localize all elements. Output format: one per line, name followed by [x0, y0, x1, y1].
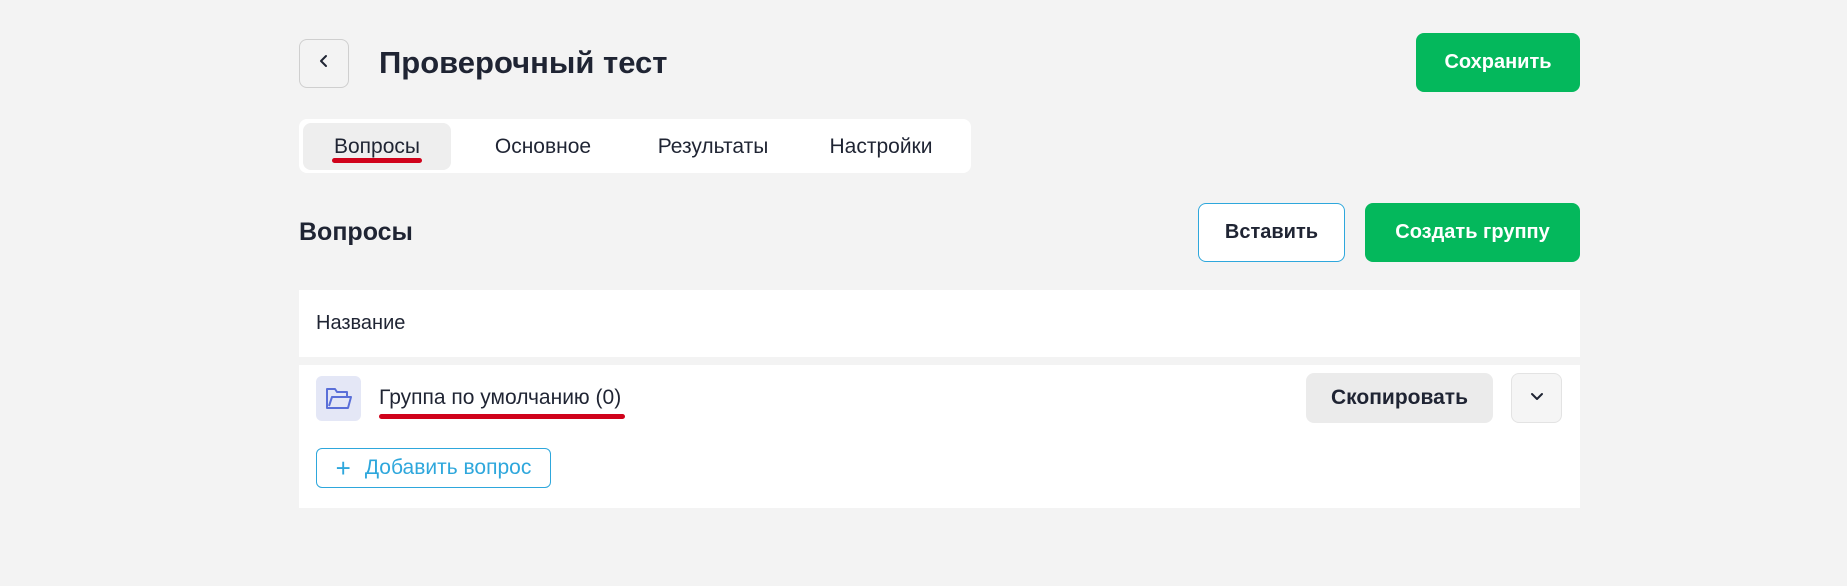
- create-group-button[interactable]: Создать группу: [1365, 203, 1580, 262]
- group-title[interactable]: Группа по умолчанию (0): [379, 381, 621, 415]
- plus-icon: +: [335, 453, 351, 483]
- add-question-button[interactable]: + Добавить вопрос: [316, 448, 551, 488]
- tab-main[interactable]: Основное: [467, 123, 619, 170]
- chevron-down-icon: [1530, 389, 1544, 407]
- column-header-name: Название: [316, 312, 406, 334]
- tab-results[interactable]: Результаты: [633, 123, 793, 170]
- group-title-underline-annotation: [379, 414, 625, 419]
- folder-open-icon: [316, 376, 361, 421]
- page-title: Проверочный тест: [379, 45, 668, 80]
- add-question-label: Добавить вопрос: [364, 456, 532, 479]
- copy-button[interactable]: Скопировать: [1306, 373, 1493, 423]
- active-tab-underline-annotation: [332, 158, 422, 163]
- expand-group-button[interactable]: [1511, 373, 1562, 423]
- back-button[interactable]: [299, 39, 349, 88]
- paste-button[interactable]: Вставить: [1198, 203, 1345, 262]
- tab-settings[interactable]: Настройки: [805, 123, 957, 170]
- section-title: Вопросы: [299, 218, 413, 246]
- table-header: Название: [299, 290, 1580, 357]
- chevron-left-icon: [318, 54, 330, 73]
- tab-bar: Вопросы Основное Результаты Настройки: [299, 119, 971, 173]
- question-group: Группа по умолчанию (0) Скопировать + До…: [299, 365, 1580, 508]
- save-button[interactable]: Сохранить: [1416, 33, 1580, 92]
